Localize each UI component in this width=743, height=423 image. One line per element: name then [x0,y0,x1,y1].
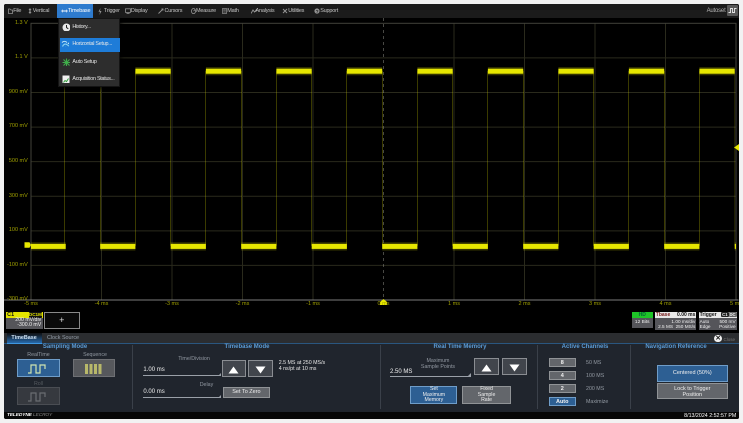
svg-text:?: ? [315,9,318,14]
